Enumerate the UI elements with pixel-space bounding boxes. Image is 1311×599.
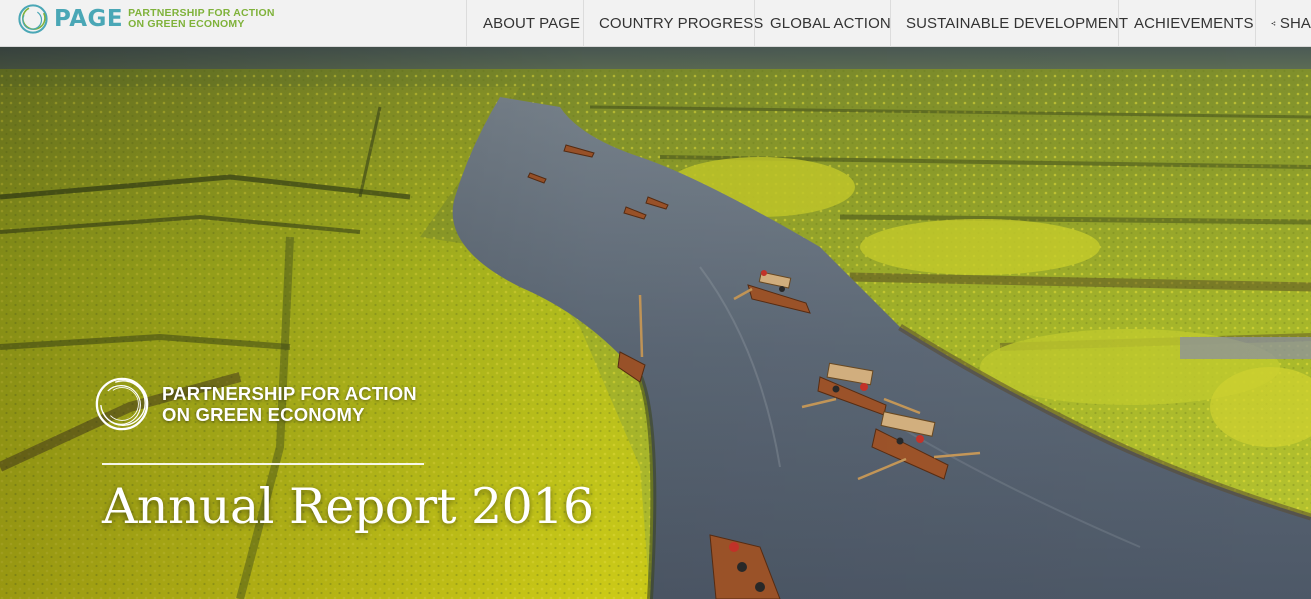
circular-swirl-logo-icon	[18, 4, 48, 34]
nav-item-label: SHA	[1279, 15, 1311, 32]
nav-item-share[interactable]: SHA	[1255, 0, 1311, 47]
nav-item-country-progress[interactable]: COUNTRY PROGRESS	[583, 0, 763, 47]
hero-title: Annual Report 2016	[102, 478, 594, 535]
logo-wordmark: PAGE	[54, 5, 124, 32]
nav-item-sustainable-development[interactable]: SUSTAINABLE DEVELOPMENT	[890, 0, 1128, 47]
hero-divider	[102, 463, 424, 465]
site-header: PAGE PARTNERSHIP FOR ACTION ON GREEN ECO…	[0, 0, 1311, 47]
hero-org-line2: ON GREEN ECONOMY	[162, 404, 365, 425]
nav-item-achievements[interactable]: ACHIEVEMENTS	[1118, 0, 1255, 47]
logo-tagline: PARTNERSHIP FOR ACTION ON GREEN ECONOMY	[128, 8, 275, 30]
logo-tagline-line2: ON GREEN ECONOMY	[128, 18, 245, 30]
nav-item-label: ABOUT PAGE	[483, 15, 581, 32]
main-nav: ABOUT PAGE COUNTRY PROGRESS GLOBAL ACTIO…	[466, 0, 1311, 47]
hero-org-line1: PARTNERSHIP FOR ACTION	[162, 383, 417, 404]
nav-item-label: SUSTAINABLE DEVELOPMENT	[906, 15, 1129, 32]
hero-banner: PARTNERSHIP FOR ACTION ON GREEN ECONOMY …	[0, 47, 1311, 599]
nav-item-about-page[interactable]: ABOUT PAGE	[466, 0, 583, 47]
nav-item-global-action[interactable]: GLOBAL ACTION	[754, 0, 891, 47]
hero-text-block: PARTNERSHIP FOR ACTION ON GREEN ECONOMY …	[93, 375, 594, 535]
nav-item-label: GLOBAL ACTION	[770, 15, 891, 32]
hero-org-lockup: PARTNERSHIP FOR ACTION ON GREEN ECONOMY	[93, 375, 573, 433]
nav-item-label: COUNTRY PROGRESS	[599, 15, 764, 32]
hero-org-name: PARTNERSHIP FOR ACTION ON GREEN ECONOMY	[162, 383, 417, 425]
share-icon	[1271, 21, 1276, 26]
nav-item-label: ACHIEVEMENTS	[1134, 15, 1254, 32]
page-logo[interactable]: PAGE PARTNERSHIP FOR ACTION ON GREEN ECO…	[16, 1, 275, 37]
circular-swirl-logo-icon	[95, 377, 149, 431]
